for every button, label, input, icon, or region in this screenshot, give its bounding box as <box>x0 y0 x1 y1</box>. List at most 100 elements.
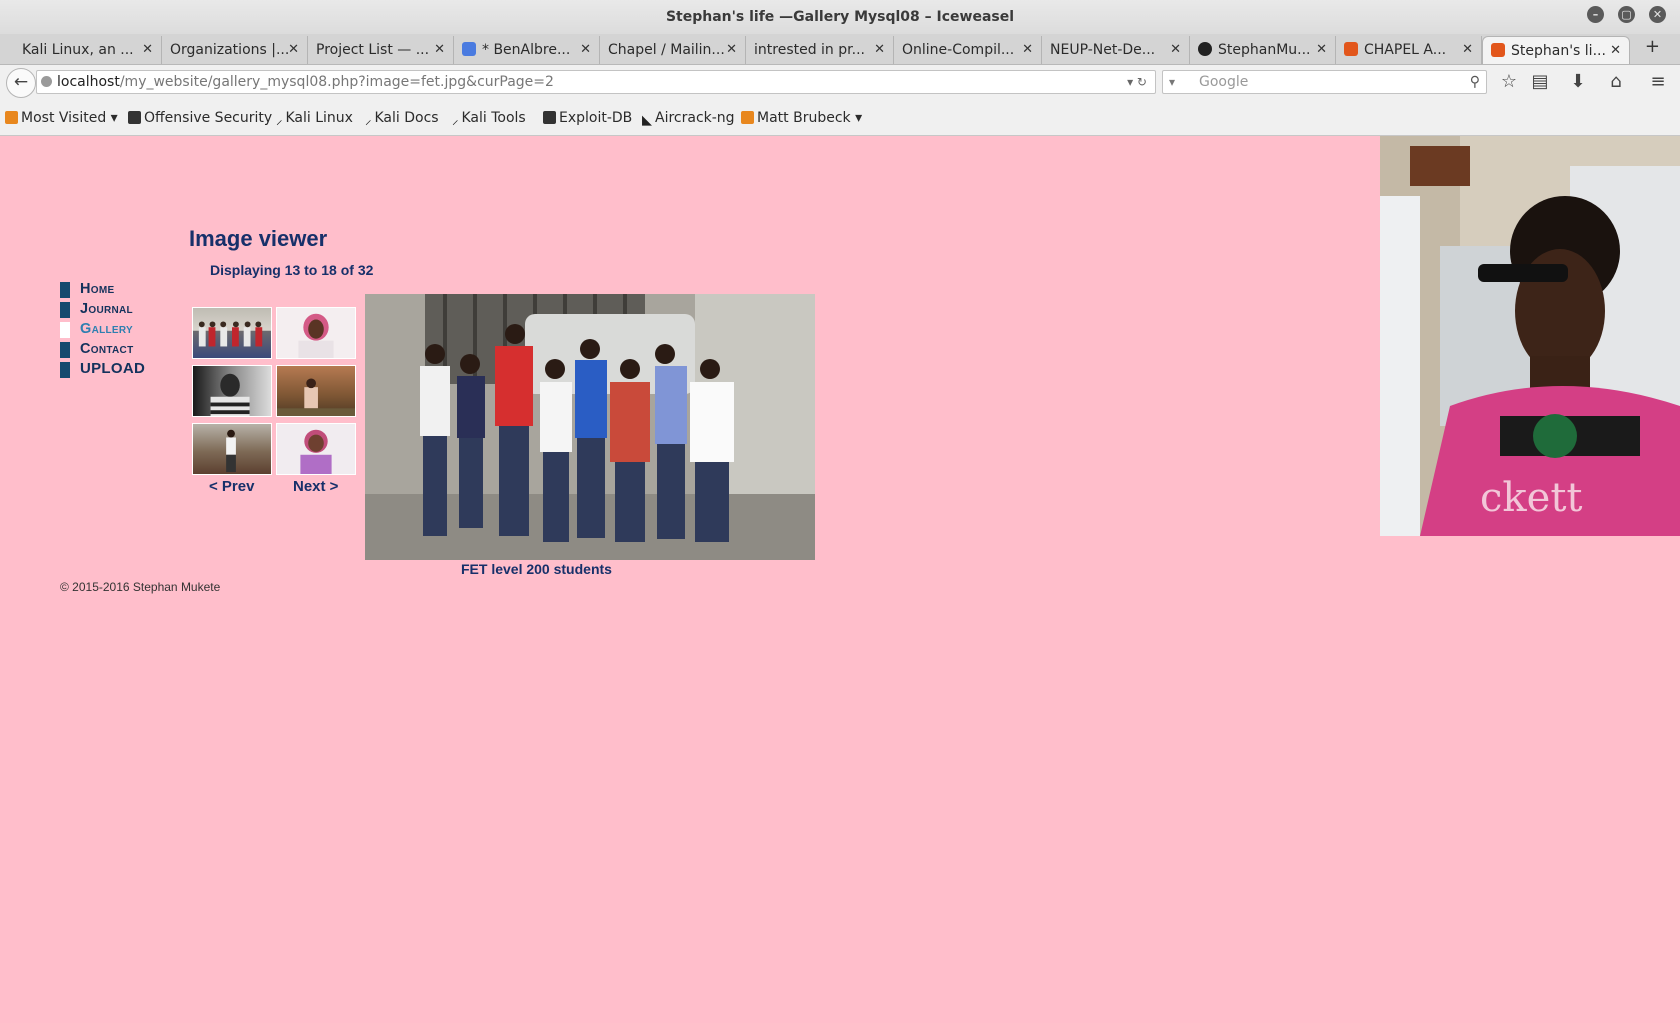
window-title: Stephan's life —Gallery Mysql08 – Icewea… <box>665 9 1015 25</box>
bookmark-aircrack[interactable]: ◣ Aircrack-ng <box>642 101 735 135</box>
close-icon[interactable]: ✕ <box>142 36 153 64</box>
profile-photo-graphic: ckett <box>1380 136 1680 536</box>
close-icon[interactable]: ✕ <box>874 36 885 64</box>
bookmark-star-icon[interactable]: ☆ <box>1497 71 1521 92</box>
search-icon[interactable]: ⚲ <box>1470 71 1480 93</box>
bookmark-label: Matt Brubeck ▾ <box>757 110 863 126</box>
new-tab-button[interactable]: + <box>1645 36 1660 57</box>
home-icon[interactable]: ⌂ <box>1604 71 1628 92</box>
page-title: Image viewer <box>189 226 328 251</box>
minimize-icon[interactable]: – <box>1587 6 1604 23</box>
main-image-graphic <box>365 294 815 560</box>
rss-icon <box>741 111 754 124</box>
bookmark-offensive-security[interactable]: Offensive Security <box>128 101 272 135</box>
tab-chapel-a[interactable]: CHAPEL A... ✕ <box>1336 36 1482 64</box>
bookmark-exploit-db[interactable]: Exploit-DB <box>543 101 632 135</box>
tab-github[interactable]: StephanMu... ✕ <box>1190 36 1336 64</box>
tab-label: Project List — ... <box>316 42 430 58</box>
tab-intrested[interactable]: intrested in pr... ✕ <box>746 36 894 64</box>
tab-neup[interactable]: NEUP-Net-De... ✕ <box>1042 36 1190 64</box>
tab-label: intrested in pr... <box>754 42 865 58</box>
display-count: Displaying 13 to 18 of 32 <box>210 262 374 278</box>
close-icon[interactable]: ✕ <box>1022 36 1033 64</box>
close-icon[interactable]: ✕ <box>1462 36 1473 64</box>
thumbnail-image <box>298 313 334 358</box>
tab-label: CHAPEL A... <box>1364 42 1447 58</box>
nav-bullet <box>60 362 70 378</box>
tab-organizations[interactable]: Organizations |... ✕ <box>162 36 308 64</box>
github-icon <box>1198 42 1212 56</box>
nav-gallery[interactable]: Gallery <box>60 319 145 339</box>
close-icon[interactable]: ✕ <box>1610 37 1621 64</box>
tab-label: NEUP-Net-De... <box>1050 42 1156 58</box>
bookmarks-toolbar: Most Visited ▾ Offensive Security ⸝ Kali … <box>0 101 1680 136</box>
offsec-icon <box>128 111 141 124</box>
nav-bullet <box>60 342 70 358</box>
bookmark-kali-tools[interactable]: ⸝ Kali Tools <box>452 101 526 135</box>
nav-journal[interactable]: Journal <box>60 299 145 319</box>
nav-contact[interactable]: Contact <box>60 339 145 359</box>
exploit-db-icon <box>543 111 556 124</box>
bookmark-label: Exploit-DB <box>559 110 633 126</box>
aircrack-icon: ◣ <box>642 113 652 128</box>
bookmark-kali-linux[interactable]: ⸝ Kali Linux <box>276 101 353 135</box>
tab-label: Chapel / Mailin... <box>608 42 725 58</box>
tab-chapel-mailing[interactable]: Chapel / Mailin... ✕ <box>600 36 746 64</box>
xampp-icon <box>1491 43 1505 57</box>
window-close-icon[interactable]: ✕ <box>1649 6 1666 23</box>
tab-stephans-life[interactable]: Stephan's li... ✕ <box>1482 36 1630 64</box>
tab-label: Online-Compil... <box>902 42 1015 58</box>
tab-kali-linux[interactable]: Kali Linux, an ... ✕ <box>14 36 162 64</box>
thumbnail-image <box>198 321 263 347</box>
tab-label: Kali Linux, an ... <box>22 42 134 58</box>
thumbnail-standing-photo[interactable] <box>192 423 272 475</box>
close-icon[interactable]: ✕ <box>726 36 737 64</box>
tab-project-list[interactable]: Project List — ... ✕ <box>308 36 454 64</box>
tab-online-compiler[interactable]: Online-Compil... ✕ <box>894 36 1042 64</box>
thumbnail-image <box>210 373 250 416</box>
nav-label: Journal <box>80 301 133 317</box>
close-icon[interactable]: ✕ <box>1170 36 1181 64</box>
prev-link[interactable]: < Prev <box>209 478 254 495</box>
close-icon[interactable]: ✕ <box>1316 36 1327 64</box>
shirt-brand-text: ckett <box>1480 475 1582 521</box>
search-input[interactable]: ▾ Google ⚲ <box>1162 70 1487 94</box>
close-icon[interactable]: ✕ <box>434 36 445 64</box>
thumbnail-outdoor-photo[interactable] <box>276 365 356 417</box>
nav-home[interactable]: Home <box>60 279 145 299</box>
thumbnail-group-photo[interactable] <box>192 307 272 359</box>
bookmark-label: Kali Tools <box>461 110 526 126</box>
thumbnail-image <box>300 429 332 474</box>
profile-photo: ckett <box>1380 136 1680 536</box>
bookmark-kali-docs[interactable]: ⸝ Kali Docs <box>365 101 439 135</box>
thumbnail-image <box>277 378 355 416</box>
xampp-icon <box>1344 42 1358 56</box>
thumbnail-portrait-girl[interactable] <box>276 307 356 359</box>
thumbnail-portrait-lady[interactable] <box>276 423 356 475</box>
maximize-icon[interactable]: ▢ <box>1618 6 1635 23</box>
url-path: /my_website/gallery_mysql08.php?image=fe… <box>119 74 554 90</box>
reload-icon[interactable]: ▾ ↻ <box>1127 71 1147 93</box>
folder-icon <box>5 111 18 124</box>
back-button[interactable]: ← <box>6 68 36 98</box>
tab-bar: Kali Linux, an ... ✕ Organizations |... … <box>0 34 1680 65</box>
url-bar[interactable]: localhost/my_website/gallery_mysql08.php… <box>36 70 1156 94</box>
close-icon[interactable]: ✕ <box>288 36 299 64</box>
bookmark-matt-brubeck[interactable]: Matt Brubeck ▾ <box>741 101 862 135</box>
globe-icon <box>41 76 52 87</box>
thumbnail-bw-portrait[interactable] <box>192 365 272 417</box>
bookmark-most-visited[interactable]: Most Visited ▾ <box>5 101 118 135</box>
tab-benalbre[interactable]: * BenAlbre... ✕ <box>454 36 600 64</box>
close-icon[interactable]: ✕ <box>580 36 591 64</box>
thumbnail-image <box>226 429 236 473</box>
next-link[interactable]: Next > <box>293 478 338 495</box>
nav-bullet <box>60 322 70 338</box>
site-nav: Home Journal Gallery Contact UPLOAD <box>60 279 145 379</box>
hamburger-menu-icon[interactable]: ≡ <box>1646 71 1670 92</box>
search-engine-dropdown[interactable]: ▾ <box>1169 71 1175 93</box>
reading-list-icon[interactable]: ▤ <box>1528 71 1552 92</box>
download-icon[interactable]: ⬇ <box>1566 71 1590 92</box>
bookmark-label: Kali Linux <box>285 110 353 126</box>
nav-upload[interactable]: UPLOAD <box>60 359 145 379</box>
nav-label: UPLOAD <box>80 360 146 377</box>
